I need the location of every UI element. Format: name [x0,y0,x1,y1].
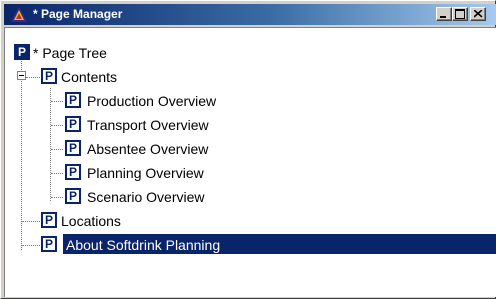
page-icon: P [14,44,30,60]
maximize-button[interactable] [452,7,468,21]
tree-node-absentee-overview[interactable]: P Absentee Overview [5,138,496,158]
tree-node-label: Scenario Overview [87,189,205,205]
tree-node-label: Planning Overview [87,165,204,181]
tree-node-label: Contents [61,69,118,85]
tree-node-label: Locations [61,213,121,229]
tree-node-label: About Softdrink Planning [66,237,221,253]
page-icon: P [65,92,81,108]
tree-node-planning-overview[interactable]: P Planning Overview [5,162,496,182]
page-icon: P [65,116,81,132]
page-icon: P [65,188,81,204]
close-button[interactable] [470,7,486,21]
window-title: * Page Manager [33,7,123,21]
tree-node-label: Absentee Overview [87,141,209,157]
app-icon [11,7,27,22]
page-tree[interactable]: P * Page Tree P Contents P Production Ov… [5,28,496,296]
tree-node-locations[interactable]: P Locations [5,210,496,230]
title-bar[interactable]: * Page Manager [4,4,496,25]
tree-node-label: Production Overview [87,93,217,109]
tree-node-label: Transport Overview [87,117,209,133]
page-icon: P [65,164,81,180]
minimize-button[interactable] [436,7,452,21]
close-icon [474,10,483,18]
tree-node-about-softdrink-planning[interactable]: P About Softdrink Planning [5,234,496,254]
tree-node-scenario-overview[interactable]: P Scenario Overview [5,186,496,206]
page-manager-window: * Page Manager P * Page Tree P Contents … [0,0,496,299]
collapse-icon[interactable] [17,71,26,80]
tree-node-production-overview[interactable]: P Production Overview [5,90,496,110]
tree-node-label: * Page Tree [33,45,107,61]
page-icon: P [65,140,81,156]
page-tree-panel[interactable]: P * Page Tree P Contents P Production Ov… [4,27,496,297]
page-icon: P [41,236,57,252]
tree-node-root[interactable]: P * Page Tree [5,42,496,62]
tree-node-contents[interactable]: P Contents [5,66,496,86]
page-icon: P [41,212,57,228]
tree-node-transport-overview[interactable]: P Transport Overview [5,114,496,134]
page-icon: P [41,68,57,84]
